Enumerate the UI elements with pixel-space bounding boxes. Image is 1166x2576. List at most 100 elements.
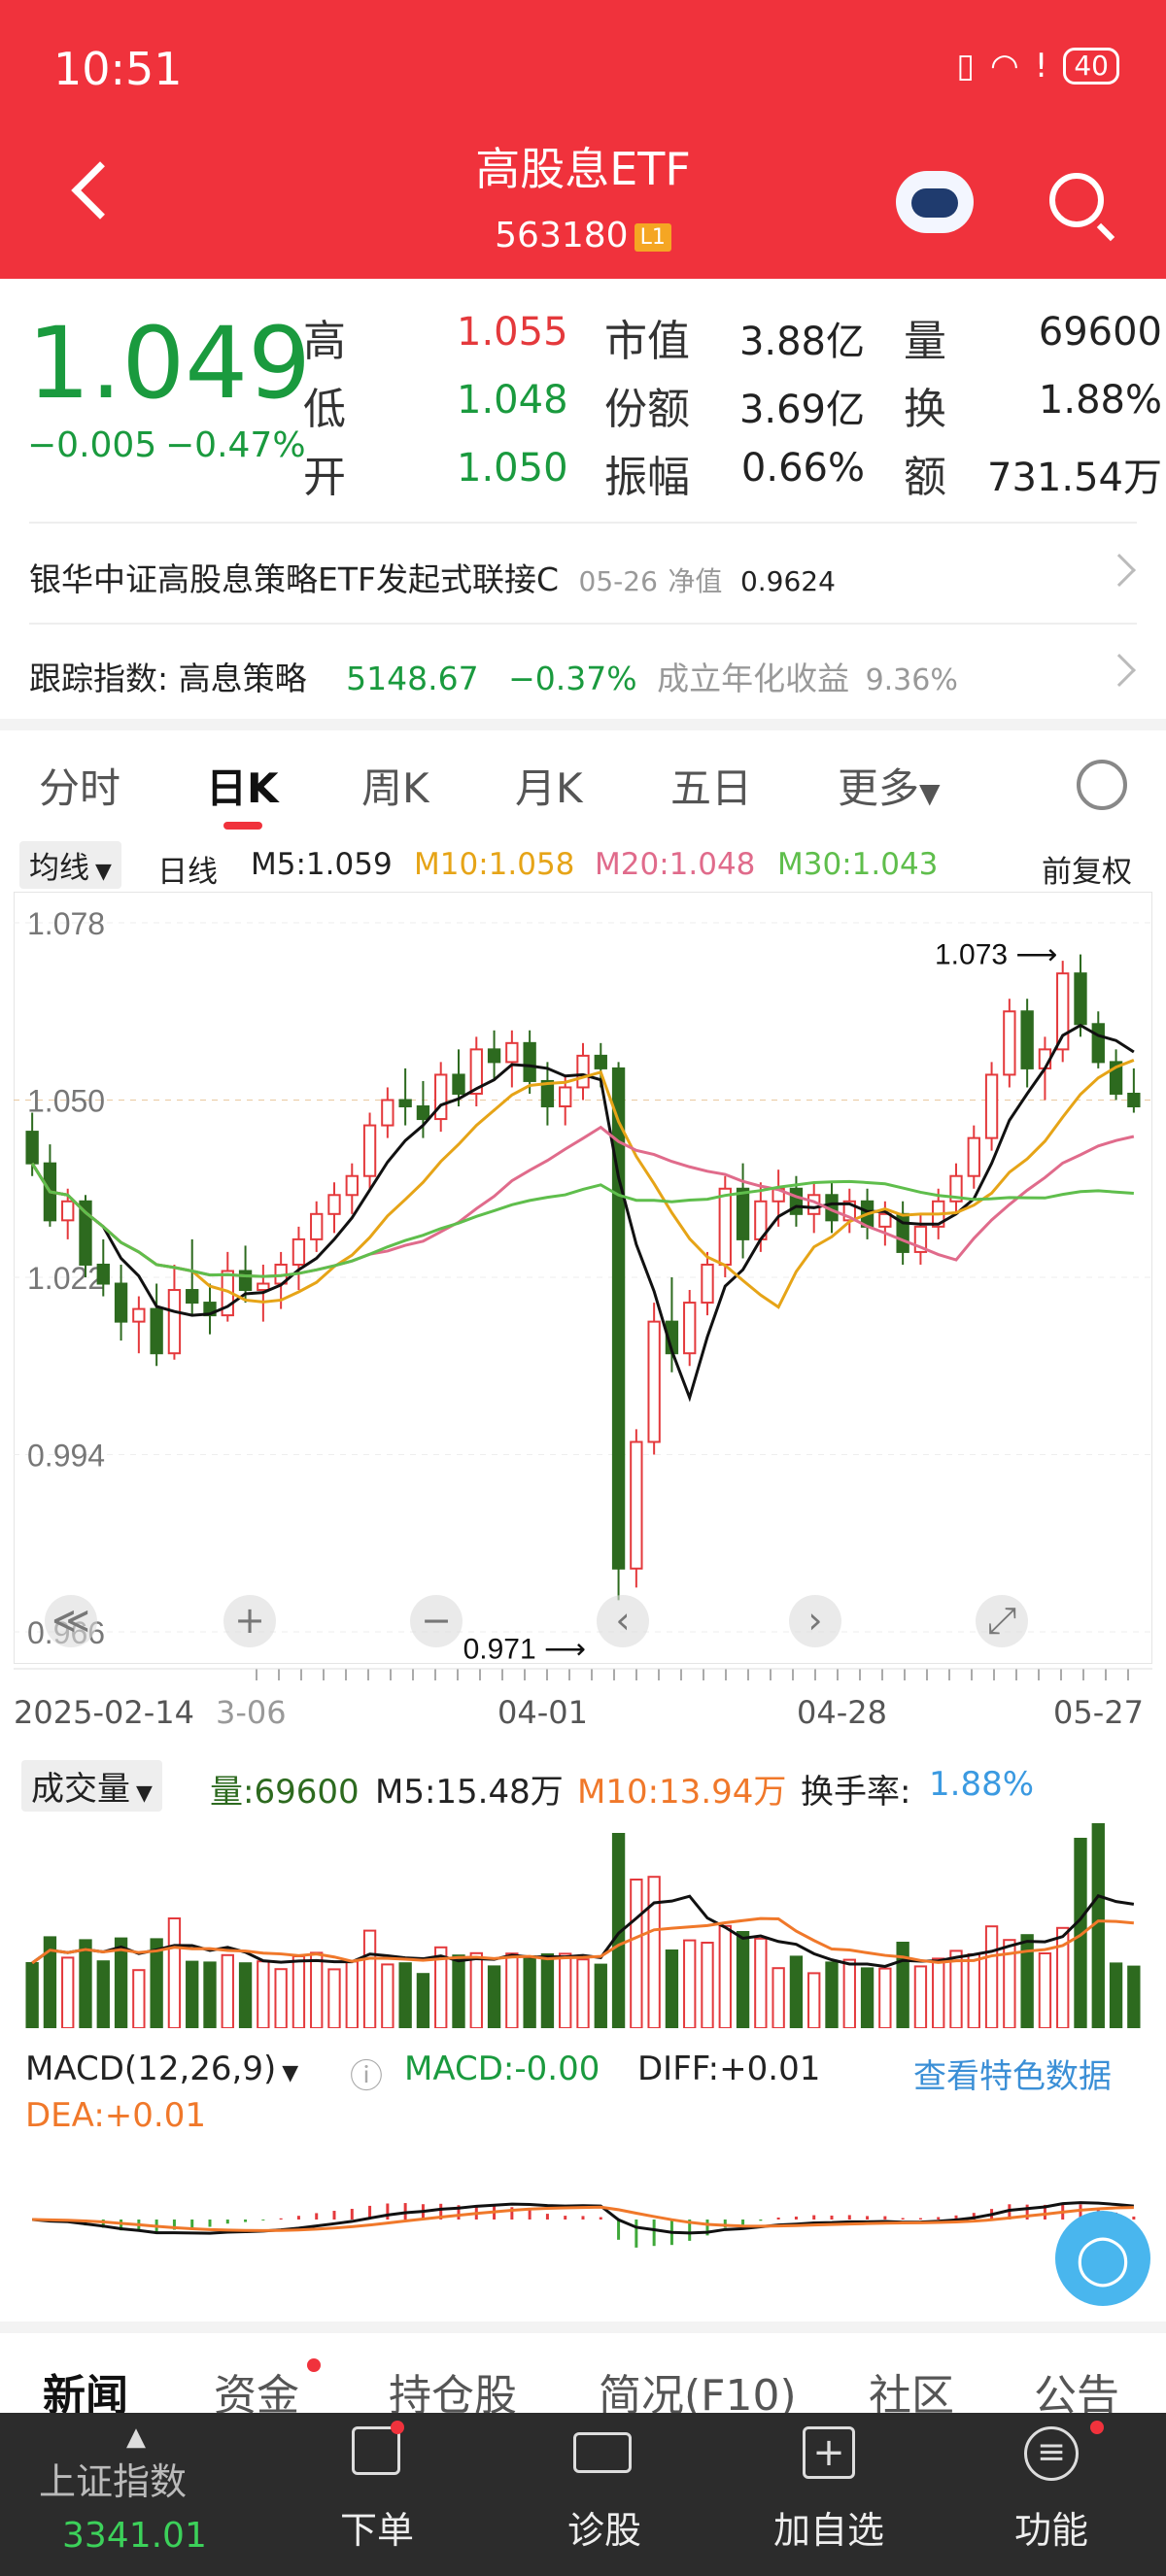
caret-down-icon: ▼ — [282, 2061, 299, 2085]
search-icon[interactable] — [1049, 173, 1104, 227]
volume-bar — [292, 1955, 306, 2028]
nav-add-watchlist[interactable]: 加自选 — [773, 2500, 884, 2554]
volume-chart[interactable] — [14, 1814, 1152, 2028]
volume-bar — [132, 1969, 146, 2028]
candle-body — [362, 1124, 377, 1177]
nav-diagnose[interactable]: 诊股 — [567, 2500, 641, 2554]
tab-intraday[interactable]: 分时 — [39, 756, 120, 815]
candle-body — [186, 1289, 199, 1305]
volume-selector-label: 成交量 — [31, 1770, 130, 1809]
volume-bar — [221, 1953, 234, 2028]
volume-bar — [683, 1939, 697, 2028]
volume-bar — [523, 1955, 536, 2028]
price-adjust-toggle[interactable]: 前复权 — [1042, 847, 1132, 891]
candle-body — [967, 1136, 980, 1177]
quote-value: 69600 — [1038, 310, 1162, 355]
volume-bar — [452, 1954, 465, 2028]
macd-chart[interactable] — [14, 2127, 1152, 2312]
volume-bar — [1020, 1934, 1034, 2028]
ma30-line — [30, 1162, 1134, 1278]
order-icon[interactable] — [352, 2426, 400, 2475]
candle-body — [132, 1307, 146, 1323]
scroll-right-button[interactable]: › — [789, 1595, 841, 1647]
quote-value: 1.050 — [457, 446, 568, 491]
volume-bar — [701, 1942, 714, 2028]
macd-selector[interactable]: MACD(12,26,9) ▼ — [25, 2050, 298, 2088]
quote-value: 3.88亿 — [738, 320, 865, 364]
zoom-out-all-button[interactable]: ≪ — [45, 1595, 97, 1647]
help-icon[interactable]: ⓘ — [350, 2050, 383, 2097]
diagnose-icon[interactable] — [573, 2432, 632, 2473]
nav-functions[interactable]: 功能 — [1014, 2500, 1088, 2554]
section-gap — [0, 719, 1166, 730]
status-icons: ▯ ◠ ! 40 — [956, 47, 1119, 85]
zoom-out-button[interactable]: − — [410, 1595, 463, 1647]
quote-value: 1.88% — [1038, 378, 1162, 423]
section-gap — [0, 2322, 1166, 2333]
tab-daily-k[interactable]: 日K — [206, 756, 279, 815]
volume-bar — [362, 1929, 377, 2028]
volume-bar — [789, 1955, 804, 2028]
volume-bar — [825, 1961, 839, 2028]
volume-bar — [772, 1967, 785, 2028]
quote-label: 额 — [904, 453, 946, 502]
menu-icon[interactable]: ≡ — [1024, 2426, 1079, 2481]
candle-body — [701, 1263, 714, 1305]
ma-selector[interactable]: 均线 ▼ — [19, 841, 121, 889]
current-price: 1.049 — [27, 306, 312, 422]
top-header: 10:51 ▯ ◠ ! 40 高股息ETF 563180 L1 — [0, 0, 1166, 279]
volume-bar — [381, 1963, 394, 2028]
index-link-row[interactable]: 跟踪指数: 高息策略 5148.67 −0.37% 成立年化收益 9.36% — [29, 653, 1147, 699]
volume-selector[interactable]: 成交量 ▼ — [21, 1760, 162, 1812]
ma30-value: M30:1.043 — [777, 847, 939, 882]
volume-bar — [576, 1958, 590, 2028]
tab-monthly-k[interactable]: 月K — [515, 756, 583, 815]
kline-chart[interactable]: 1.0781.0501.0220.9940.9661.073 ⟶0.971 ⟶ — [14, 892, 1152, 1727]
nav-index-name[interactable]: 上证指数 — [39, 2452, 187, 2505]
tab-more-label: 更多 — [838, 764, 920, 812]
lightbulb-icon[interactable]: ◯ — [1055, 2211, 1150, 2306]
caret-up-icon: ▲ — [126, 2423, 146, 2452]
tab-more[interactable]: 更多▼ — [838, 756, 941, 815]
volume-bar — [96, 1960, 110, 2028]
volume-bar — [540, 1953, 555, 2028]
quote-value: 1.055 — [457, 310, 568, 355]
candle-body — [630, 1441, 643, 1570]
volume-bar — [878, 1967, 892, 2028]
volume-bar — [167, 1917, 182, 2028]
zoom-in-button[interactable]: + — [223, 1595, 276, 1647]
x-tick: 04-28 — [797, 1694, 887, 1731]
candle-body — [114, 1282, 128, 1323]
chart-settings-icon[interactable] — [1077, 760, 1127, 810]
volume-bar — [1109, 1962, 1123, 2028]
assistant-robot-icon[interactable] — [896, 171, 974, 233]
volume-bar — [1127, 1965, 1141, 2028]
fullscreen-button[interactable]: ⤢ — [976, 1595, 1028, 1647]
ma10-value: M10:1.058 — [414, 847, 575, 882]
volume-bar — [469, 1951, 483, 2028]
candle-body — [505, 1041, 519, 1064]
y-tick: 1.022 — [27, 1261, 105, 1296]
quote-label: 高 — [303, 317, 346, 366]
candle-body — [683, 1302, 697, 1355]
add-watchlist-icon[interactable]: + — [803, 2426, 855, 2479]
volume-bar — [1091, 1823, 1105, 2028]
macd-value: MACD:-0.00 — [404, 2050, 600, 2088]
level-badge: L1 — [634, 222, 671, 252]
notification-dot — [1090, 2421, 1104, 2434]
candle-body — [398, 1099, 412, 1108]
volume-bar — [186, 1960, 199, 2028]
tab-five-day[interactable]: 五日 — [670, 756, 752, 815]
volume-bar — [203, 1961, 217, 2028]
volume-bar — [274, 1968, 288, 2028]
volume-bar — [984, 1925, 999, 2028]
tab-weekly-k[interactable]: 周K — [361, 756, 429, 815]
ma-period: 日线 — [157, 855, 218, 890]
fund-link-row[interactable]: 银华中证高股息策略ETF发起式联接C 05-26 净值 0.9624 — [29, 554, 1147, 600]
scroll-left-button[interactable]: ‹ — [597, 1595, 649, 1647]
candle-body — [452, 1073, 465, 1095]
index-label: 跟踪指数: 高息策略 — [29, 660, 307, 697]
view-special-data-link[interactable]: 查看特色数据 — [913, 2050, 1112, 2097]
nav-order[interactable]: 下单 — [340, 2500, 414, 2554]
quote-label: 换 — [904, 385, 946, 434]
